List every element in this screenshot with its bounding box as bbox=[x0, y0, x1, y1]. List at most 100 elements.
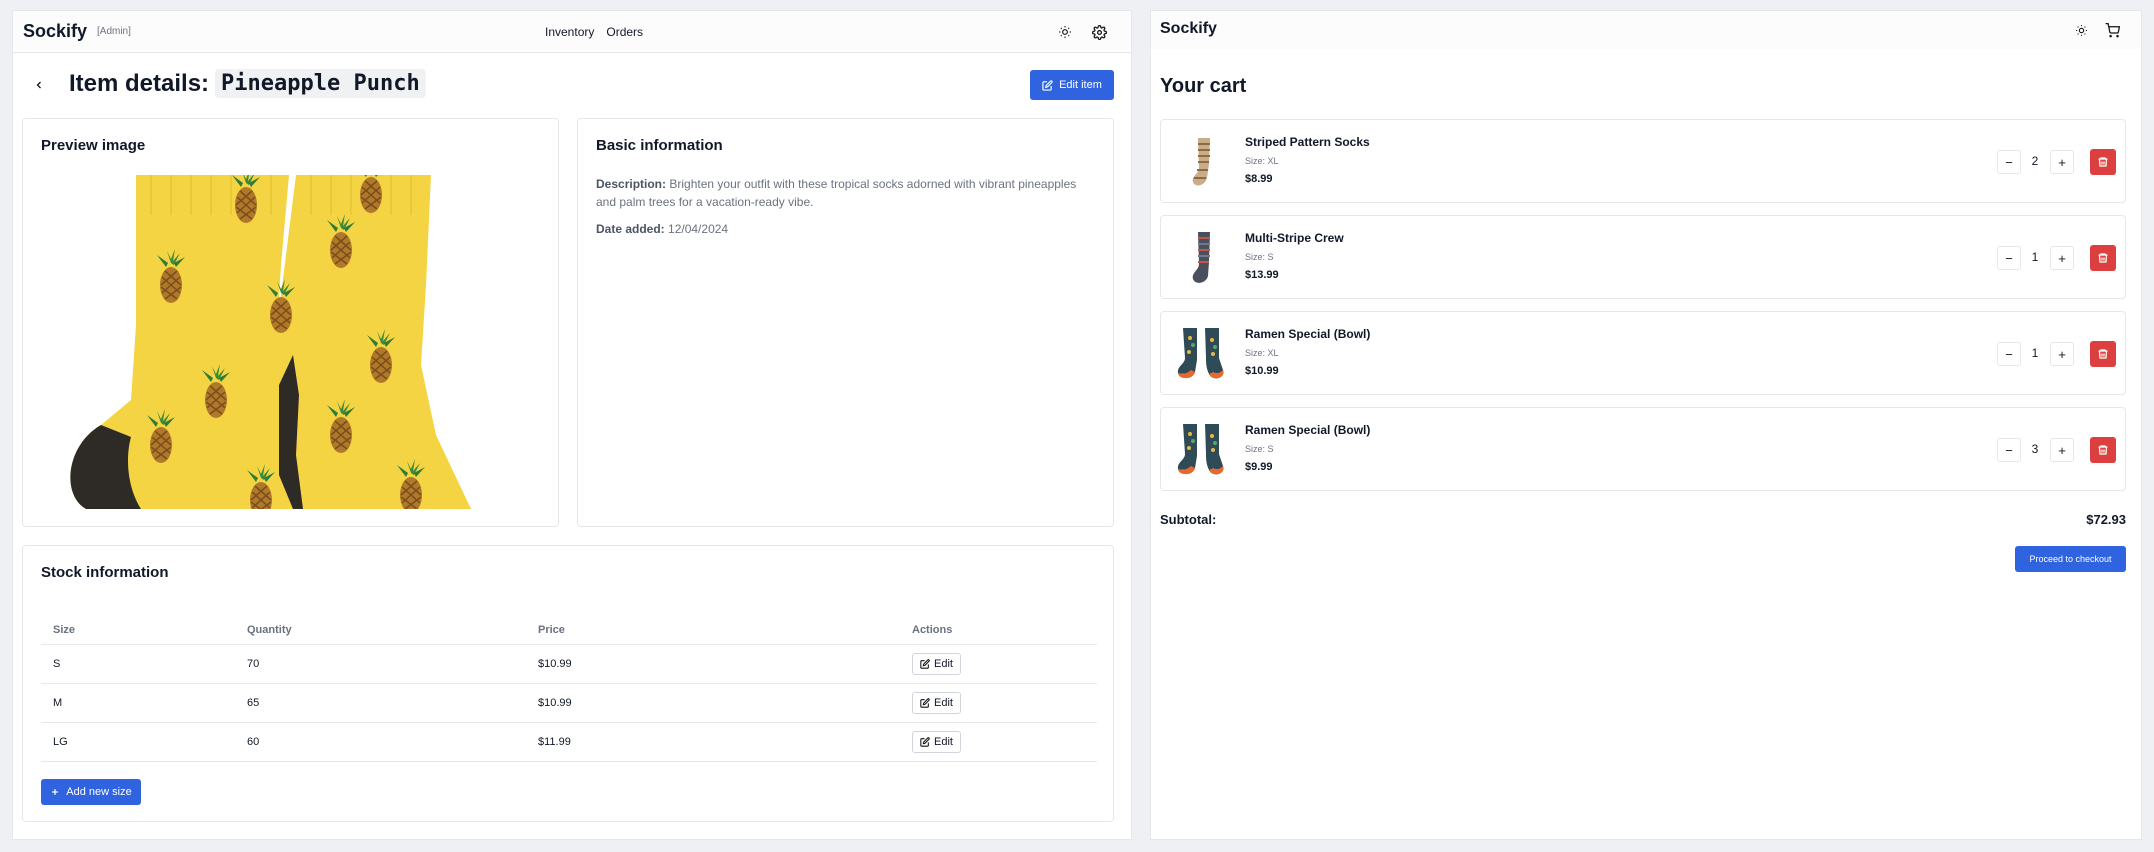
stock-title: Stock information bbox=[41, 564, 169, 581]
basic-info-title: Basic information bbox=[596, 137, 723, 154]
edit-icon bbox=[920, 697, 930, 708]
quantity-value: 1 bbox=[2031, 346, 2039, 360]
nav-inventory[interactable]: Inventory bbox=[545, 25, 594, 39]
stock-information-card: Stock information Size Quantity Price Ac… bbox=[22, 545, 1114, 822]
row-edit-button[interactable]: Edit bbox=[912, 691, 961, 714]
edit-item-button[interactable]: Edit item bbox=[1030, 70, 1114, 100]
quantity-decrease-button[interactable]: − bbox=[1997, 342, 2021, 366]
minus-icon: − bbox=[2005, 442, 2013, 458]
store-brand-logo[interactable]: Sockify bbox=[1160, 20, 1217, 38]
admin-tag: [Admin] bbox=[97, 26, 131, 37]
minus-icon: − bbox=[2005, 154, 2013, 170]
remove-item-button[interactable] bbox=[2090, 437, 2116, 463]
plus-icon: + bbox=[2058, 154, 2066, 170]
date-value: 12/04/2024 bbox=[668, 222, 729, 236]
item-price: $10.99 bbox=[1245, 365, 1279, 377]
date-added: Date added: 12/04/2024 bbox=[596, 222, 728, 236]
sock-preview-image bbox=[70, 175, 471, 509]
table-row: LG 60 $11.99 Edit bbox=[41, 722, 1097, 762]
remove-item-button[interactable] bbox=[2090, 245, 2116, 271]
row-quantity: 70 bbox=[235, 644, 526, 684]
remove-item-button[interactable] bbox=[2090, 341, 2116, 367]
trash-icon bbox=[2098, 445, 2108, 455]
col-price: Price bbox=[526, 616, 900, 645]
cart-icon[interactable] bbox=[2102, 20, 2122, 40]
quantity-decrease-button[interactable]: − bbox=[1997, 438, 2021, 462]
add-size-label: Add new size bbox=[66, 786, 132, 798]
item-name[interactable]: Striped Pattern Socks bbox=[1245, 135, 1370, 149]
item-price: $8.99 bbox=[1245, 173, 1273, 185]
edit-icon bbox=[920, 658, 930, 669]
item-name-code: Pineapple Punch bbox=[215, 69, 426, 98]
date-label: Date added: bbox=[596, 222, 665, 236]
quantity-value: 1 bbox=[2031, 250, 2039, 264]
minus-icon: − bbox=[2005, 346, 2013, 362]
gear-icon[interactable] bbox=[1089, 22, 1109, 42]
trash-icon bbox=[2098, 349, 2108, 359]
trash-icon bbox=[2098, 157, 2108, 167]
remove-item-button[interactable] bbox=[2090, 149, 2116, 175]
row-edit-button[interactable]: Edit bbox=[912, 730, 961, 753]
row-quantity: 65 bbox=[235, 683, 526, 723]
edit-icon bbox=[920, 736, 930, 747]
product-thumbnail bbox=[1192, 232, 1210, 283]
item-price: $9.99 bbox=[1245, 461, 1273, 473]
trash-icon bbox=[2098, 253, 2108, 263]
edit-item-label: Edit item bbox=[1059, 79, 1102, 91]
plus-icon bbox=[52, 789, 59, 795]
cart-heading: Your cart bbox=[1160, 75, 1247, 97]
quantity-increase-button[interactable]: + bbox=[2050, 246, 2074, 270]
row-price: $10.99 bbox=[526, 644, 900, 684]
stock-table-header: Size Quantity Price Actions bbox=[41, 616, 1097, 645]
row-quantity: 60 bbox=[235, 722, 526, 762]
description-value: Brighten your outfit with these tropical… bbox=[596, 177, 1077, 209]
admin-panel: Sockify [Admin] Inventory Orders Item de… bbox=[12, 10, 1132, 840]
cart-item: Striped Pattern Socks Size: XL $8.99 − 2… bbox=[1160, 119, 2126, 203]
back-button[interactable] bbox=[29, 73, 49, 97]
preview-image-card: Preview image bbox=[22, 118, 559, 527]
quantity-decrease-button[interactable]: − bbox=[1997, 246, 2021, 270]
quantity-value: 3 bbox=[2031, 442, 2039, 456]
edit-label: Edit bbox=[934, 696, 953, 709]
quantity-value: 2 bbox=[2031, 154, 2039, 168]
plus-icon: + bbox=[2058, 442, 2066, 458]
item-size: Size: XL bbox=[1245, 156, 1279, 166]
table-row: M 65 $10.99 Edit bbox=[41, 683, 1097, 723]
edit-label: Edit bbox=[934, 735, 953, 748]
product-thumbnail bbox=[1177, 328, 1224, 379]
product-thumbnail bbox=[1192, 138, 1210, 186]
description-text: Description: Brighten your outfit with t… bbox=[596, 175, 1096, 211]
page-title-prefix: Item details: bbox=[69, 69, 210, 97]
nav-orders[interactable]: Orders bbox=[606, 25, 643, 39]
sun-icon[interactable] bbox=[1055, 22, 1075, 42]
table-row: S 70 $10.99 Edit bbox=[41, 644, 1097, 684]
proceed-to-checkout-button[interactable]: Proceed to checkout bbox=[2015, 546, 2126, 572]
row-edit-button[interactable]: Edit bbox=[912, 652, 961, 675]
item-name[interactable]: Multi-Stripe Crew bbox=[1245, 231, 1344, 245]
item-name[interactable]: Ramen Special (Bowl) bbox=[1245, 423, 1370, 437]
sun-icon[interactable] bbox=[2071, 20, 2091, 40]
product-thumbnail bbox=[1177, 424, 1224, 475]
quantity-increase-button[interactable]: + bbox=[2050, 150, 2074, 174]
edit-icon bbox=[1042, 79, 1053, 91]
row-price: $10.99 bbox=[526, 683, 900, 723]
preview-title: Preview image bbox=[41, 137, 146, 154]
plus-icon: + bbox=[2058, 346, 2066, 362]
admin-header: Sockify [Admin] Inventory Orders bbox=[13, 11, 1131, 53]
main-nav: Inventory Orders bbox=[545, 25, 643, 39]
chevron-left-icon bbox=[36, 81, 41, 89]
quantity-decrease-button[interactable]: − bbox=[1997, 150, 2021, 174]
edit-label: Edit bbox=[934, 657, 953, 670]
item-name[interactable]: Ramen Special (Bowl) bbox=[1245, 327, 1370, 341]
quantity-increase-button[interactable]: + bbox=[2050, 342, 2074, 366]
page-title: Item details: Pineapple Punch bbox=[69, 69, 426, 98]
row-size: S bbox=[41, 644, 235, 684]
item-size: Size: S bbox=[1245, 252, 1274, 262]
brand-logo[interactable]: Sockify bbox=[23, 21, 87, 42]
col-actions: Actions bbox=[900, 616, 1097, 645]
quantity-increase-button[interactable]: + bbox=[2050, 438, 2074, 462]
cart-item: Ramen Special (Bowl) Size: XL $10.99 − 1… bbox=[1160, 311, 2126, 395]
add-new-size-button[interactable]: Add new size bbox=[41, 779, 141, 805]
subtotal-label: Subtotal: bbox=[1160, 512, 1217, 527]
minus-icon: − bbox=[2005, 250, 2013, 266]
